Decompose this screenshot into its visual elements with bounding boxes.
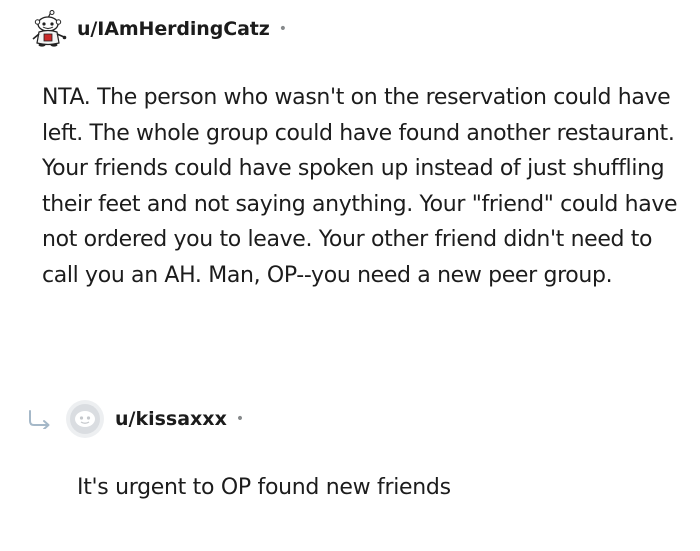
reply-username[interactable]: u/kissaxxx	[115, 408, 227, 430]
meta-separator: •	[235, 411, 245, 427]
reddit-avatar-icon[interactable]	[31, 10, 67, 48]
default-avatar-icon[interactable]	[65, 399, 105, 439]
reply-header: u/kissaxxx •	[27, 398, 244, 440]
comment-body: NTA. The person who wasn't on the reserv…	[42, 85, 678, 288]
meta-separator: •	[278, 21, 288, 37]
reply-body: It's urgent to OP found new friends	[77, 475, 451, 500]
comment-username[interactable]: u/IAmHerdingCatz	[77, 18, 270, 40]
comment-header: u/IAmHerdingCatz •	[31, 10, 287, 48]
reply-arrow-icon	[29, 410, 50, 429]
